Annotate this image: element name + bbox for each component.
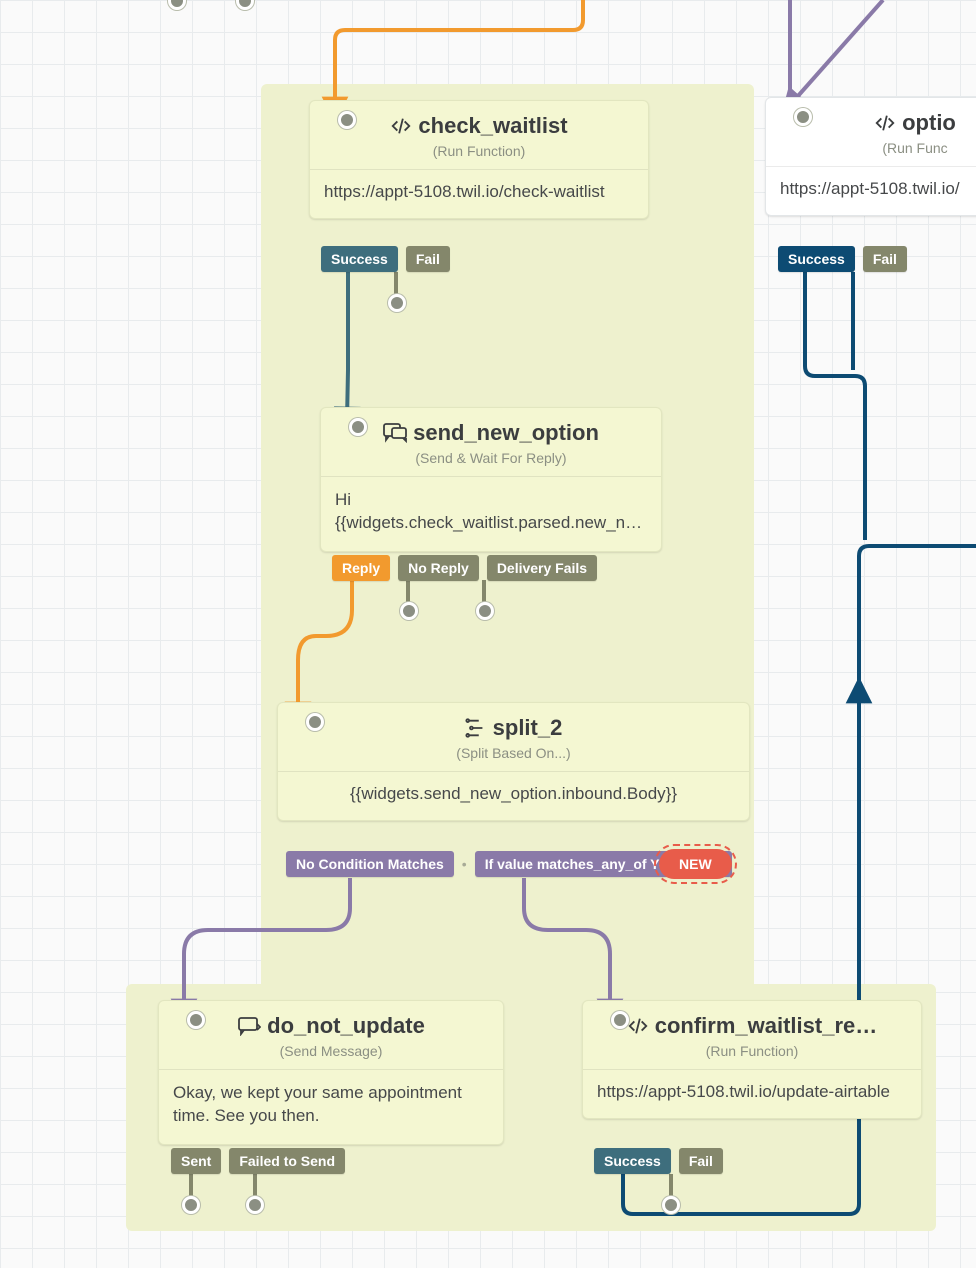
output-success[interactable]: Success <box>594 1148 671 1174</box>
widget-outputs: Success Fail <box>321 246 450 272</box>
code-icon <box>390 115 412 137</box>
output-port[interactable] <box>400 602 418 620</box>
reply-icon <box>383 423 407 443</box>
widget-do-not-update[interactable]: do_not_update (Send Message) Okay, we ke… <box>158 1000 504 1145</box>
widget-body: https://appt-5108.twil.io/update-airtabl… <box>583 1070 921 1118</box>
output-fail[interactable]: Fail <box>679 1148 723 1174</box>
widget-body: Okay, we kept your same appointment time… <box>159 1070 503 1144</box>
widget-title: check_waitlist <box>418 113 567 139</box>
code-icon <box>627 1015 649 1037</box>
widget-title: split_2 <box>493 715 563 741</box>
dangling-port[interactable] <box>236 0 254 10</box>
widget-type: (Run Function) <box>433 143 526 159</box>
output-fail[interactable]: Fail <box>406 246 450 272</box>
widget-type: (Send & Wait For Reply) <box>415 450 566 466</box>
widget-body: https://appt-5108.twil.io/ <box>766 167 976 215</box>
flow-canvas[interactable]: check_waitlist (Run Function) https://ap… <box>0 0 976 1268</box>
output-port[interactable] <box>662 1196 680 1214</box>
widget-body: https://appt-5108.twil.io/check-waitlist <box>310 170 648 218</box>
widget-type: (Run Func <box>882 140 947 156</box>
widget-type: (Send Message) <box>280 1043 383 1059</box>
output-port[interactable] <box>182 1196 200 1214</box>
widget-split-2[interactable]: split_2 (Split Based On...) {{widgets.se… <box>277 702 750 821</box>
widget-type: (Split Based On...) <box>456 745 570 761</box>
new-condition-button[interactable]: NEW <box>659 849 732 879</box>
dangling-port[interactable] <box>168 0 186 10</box>
widget-title: confirm_waitlist_re… <box>655 1013 878 1039</box>
output-no-reply[interactable]: No Reply <box>398 555 479 581</box>
widget-body: Hi {{widgets.check_waitlist.parsed.new_n… <box>321 477 661 551</box>
output-port[interactable] <box>476 602 494 620</box>
output-reply[interactable]: Reply <box>332 555 390 581</box>
output-port[interactable] <box>246 1196 264 1214</box>
output-delivery-fails[interactable]: Delivery Fails <box>487 555 597 581</box>
output-fail[interactable]: Fail <box>863 246 907 272</box>
output-success[interactable]: Success <box>321 246 398 272</box>
message-icon <box>237 1016 261 1036</box>
separator: • <box>462 856 467 872</box>
split-icon <box>465 717 487 739</box>
widget-confirm-waitlist[interactable]: confirm_waitlist_re… (Run Function) http… <box>582 1000 922 1119</box>
output-failed[interactable]: Failed to Send <box>229 1148 345 1174</box>
output-sent[interactable]: Sent <box>171 1148 221 1174</box>
widget-option[interactable]: optio (Run Func https://appt-5108.twil.i… <box>765 97 976 216</box>
widget-outputs: Success Fail <box>778 246 907 272</box>
widget-send-new-option[interactable]: send_new_option (Send & Wait For Reply) … <box>320 407 662 552</box>
output-success[interactable]: Success <box>778 246 855 272</box>
widget-check-waitlist[interactable]: check_waitlist (Run Function) https://ap… <box>309 100 649 219</box>
widget-outputs: Success Fail <box>594 1148 723 1174</box>
widget-title: optio <box>902 110 956 136</box>
output-port[interactable] <box>388 294 406 312</box>
code-icon <box>874 112 896 134</box>
widget-title: send_new_option <box>413 420 599 446</box>
output-no-match[interactable]: No Condition Matches <box>286 851 454 877</box>
widget-outputs: Sent Failed to Send <box>171 1148 345 1174</box>
widget-outputs: Reply No Reply Delivery Fails <box>332 555 597 581</box>
widget-type: (Run Function) <box>706 1043 799 1059</box>
widget-body: {{widgets.send_new_option.inbound.Body}} <box>278 772 749 820</box>
widget-title: do_not_update <box>267 1013 425 1039</box>
